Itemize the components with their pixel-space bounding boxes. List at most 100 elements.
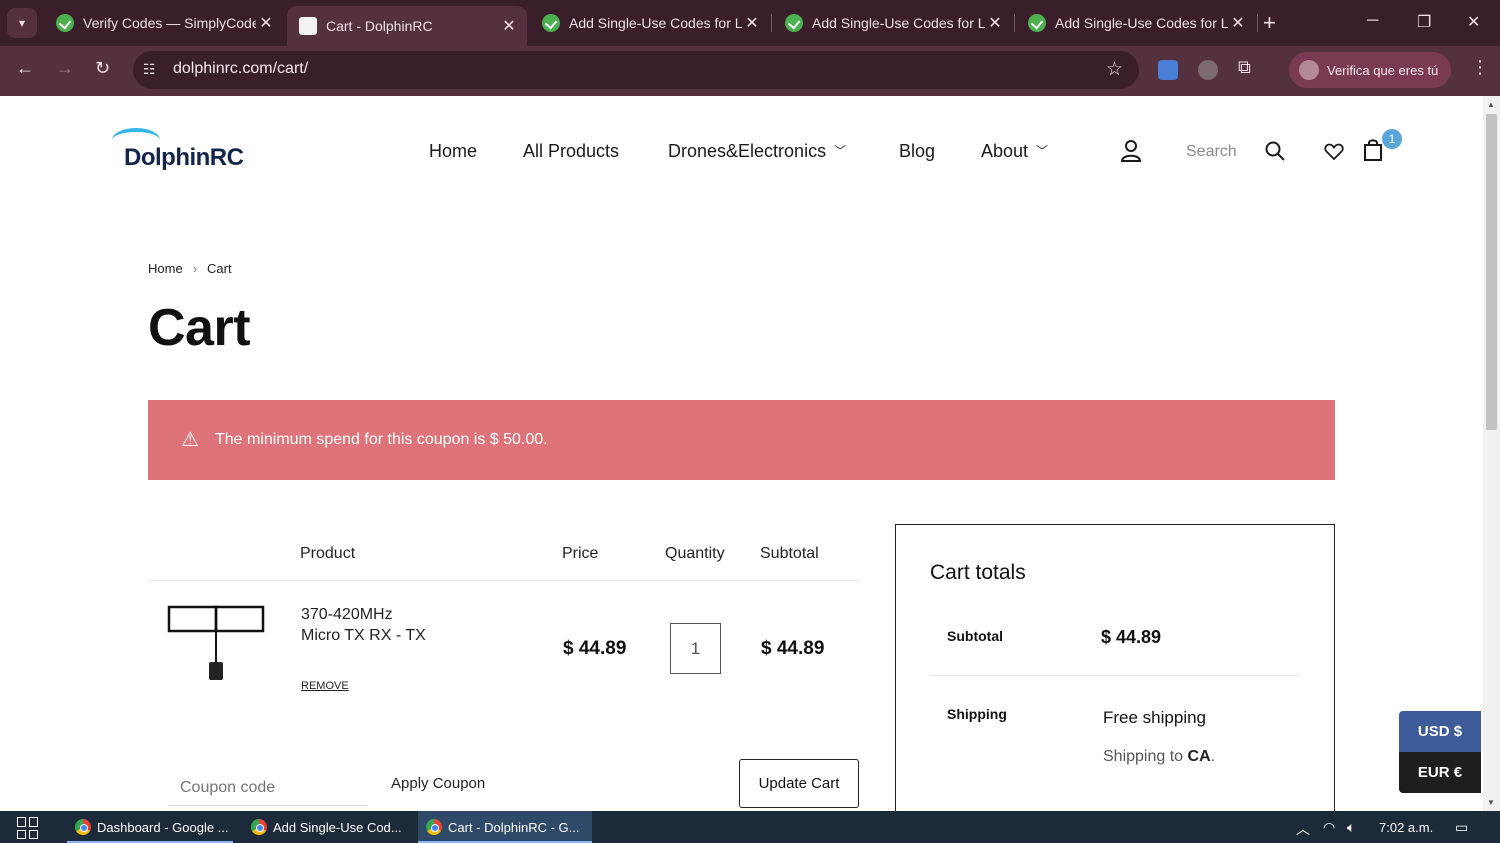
extensions-puzzle-icon[interactable]: ⧉ (1238, 57, 1251, 78)
tab-title: Add Single-Use Codes for Le (569, 15, 742, 31)
scrollbar-thumb[interactable] (1486, 114, 1497, 430)
minimize-icon[interactable]: ─ (1367, 12, 1378, 30)
bookmark-star-icon[interactable]: ☆ (1106, 58, 1123, 81)
subtotal-label: Subtotal (947, 628, 1003, 644)
restore-icon[interactable]: ❐ (1417, 12, 1431, 32)
site-info-icon[interactable]: ☷ (143, 61, 156, 78)
tab-separator (1014, 14, 1015, 32)
warning-triangle-icon: ⚠ (181, 429, 199, 451)
taskbar-item-add-codes[interactable]: Add Single-Use Cod... (243, 811, 409, 843)
tab-cart-dolphinrc[interactable]: Cart - DolphinRC ✕ (287, 6, 527, 46)
more-menu-icon[interactable]: ⋮ (1471, 57, 1489, 78)
chevron-down-icon: ﹀ (834, 144, 847, 158)
extension-icon[interactable] (1198, 60, 1218, 80)
update-cart-button[interactable]: Update Cart (739, 759, 859, 808)
item-subtotal: $ 44.89 (761, 638, 825, 659)
nav-drones-electronics[interactable]: Drones&Electronics ﹀ (668, 141, 846, 162)
column-header-product: Product (300, 545, 356, 562)
chevron-down-icon: ﹀ (1036, 144, 1049, 158)
wifi-icon[interactable]: ◠ (1323, 819, 1335, 836)
close-icon[interactable]: ✕ (256, 13, 276, 33)
tab-verify-codes[interactable]: Verify Codes — SimplyCodes ✕ (44, 6, 284, 40)
tray-chevron-up-icon[interactable]: ︿ (1296, 819, 1310, 839)
breadcrumb-home[interactable]: Home (148, 261, 183, 276)
notice-message: The minimum spend for this coupon is $ 5… (215, 431, 548, 448)
shipping-destination: Shipping to CA. (1103, 748, 1216, 765)
windows-taskbar: Dashboard - Google ... Add Single-Use Co… (0, 811, 1500, 843)
close-icon[interactable]: ✕ (742, 13, 762, 33)
tab-add-codes-3[interactable]: Add Single-Use Codes for Le ✕ (1016, 6, 1256, 40)
task-view-grid-icon[interactable] (17, 817, 39, 839)
column-header-quantity: Quantity (665, 545, 725, 562)
profile-label: Verifica que eres tú (1327, 62, 1439, 78)
tab-separator (771, 14, 772, 32)
item-price: $ 44.89 (563, 638, 627, 659)
nav-all-products[interactable]: All Products (523, 141, 619, 162)
profile-button[interactable]: Verifica que eres tú (1289, 52, 1451, 88)
breadcrumb-current: Cart (207, 261, 232, 276)
cart-bag-icon[interactable] (1362, 138, 1384, 162)
logo-text: DolphinRC (124, 144, 244, 171)
forward-arrow-icon[interactable]: → (56, 58, 74, 79)
tab-separator (1257, 14, 1258, 32)
cart-totals-title: Cart totals (930, 561, 1026, 584)
close-icon[interactable]: ✕ (1228, 13, 1248, 33)
quantity-input[interactable]: 1 (670, 623, 721, 674)
google-translate-icon[interactable] (1158, 60, 1178, 80)
back-arrow-icon[interactable]: ← (16, 58, 34, 79)
window-close-icon[interactable]: ✕ (1467, 12, 1480, 32)
coupon-error-notice: ⚠ The minimum spend for this coupon is $… (148, 400, 1335, 480)
apply-coupon-button[interactable]: Apply Coupon (391, 775, 485, 792)
shipping-method: Free shipping (1103, 708, 1207, 727)
nav-home[interactable]: Home (429, 141, 477, 162)
table-divider (148, 580, 860, 581)
column-header-subtotal: Subtotal (760, 545, 819, 562)
taskbar-item-dashboard[interactable]: Dashboard - Google ... (67, 811, 233, 843)
close-icon[interactable]: ✕ (499, 16, 519, 36)
scroll-down-arrow-icon[interactable]: ▼ (1487, 798, 1495, 807)
coupon-code-input[interactable] (168, 770, 368, 806)
tab-title: Add Single-Use Codes for Le (812, 15, 985, 31)
product-name[interactable]: 370-420MHz Micro TX RX - TX (301, 604, 426, 646)
tab-title: Add Single-Use Codes for Le (1055, 15, 1228, 31)
url-text[interactable]: dolphinrc.com/cart/ (173, 60, 308, 78)
close-icon[interactable]: ✕ (985, 13, 1005, 33)
chrome-icon (426, 819, 442, 835)
scroll-up-arrow-icon[interactable]: ▲ (1487, 100, 1495, 109)
address-bar[interactable]: ☷ dolphinrc.com/cart/ ☆ (133, 51, 1139, 89)
remove-item-link[interactable]: REMOVE (301, 680, 349, 692)
product-thumbnail[interactable] (166, 602, 268, 686)
avatar (1299, 60, 1319, 80)
header-search-label[interactable]: Search (1186, 143, 1237, 161)
tab-search-button[interactable]: ▾ (7, 8, 37, 38)
chevron-right-icon: › (192, 261, 198, 276)
new-tab-plus-icon[interactable]: + (1263, 10, 1276, 36)
cart-totals-panel: Cart totals Subtotal $ 44.89 Shipping Fr… (895, 524, 1335, 824)
simplycodes-check-icon (542, 14, 560, 32)
account-user-icon[interactable] (1120, 139, 1142, 163)
tab-add-codes-1[interactable]: Add Single-Use Codes for Le ✕ (530, 6, 770, 40)
clock[interactable]: 7:02 a.m. (1379, 820, 1433, 835)
reload-icon[interactable]: ↻ (95, 58, 110, 79)
simplycodes-check-icon (785, 14, 803, 32)
column-header-price: Price (562, 545, 599, 562)
browser-toolbar: ← → ↻ ☷ dolphinrc.com/cart/ ☆ ⧉ Verifica… (0, 46, 1500, 96)
page-scrollbar[interactable]: ▲ ▼ (1483, 96, 1500, 811)
currency-usd[interactable]: USD $ (1399, 711, 1481, 752)
tab-add-codes-2[interactable]: Add Single-Use Codes for Le ✕ (773, 6, 1013, 40)
browser-tab-strip: ▾ Verify Codes — SimplyCodes ✕ Cart - Do… (0, 0, 1500, 46)
taskbar-item-cart[interactable]: Cart - DolphinRC - G... (418, 811, 592, 843)
nav-blog[interactable]: Blog (899, 141, 935, 162)
nav-about[interactable]: About ﹀ (981, 141, 1048, 162)
wishlist-heart-icon[interactable] (1324, 143, 1344, 161)
notifications-icon[interactable]: ▭ (1455, 819, 1468, 836)
chrome-icon (75, 819, 91, 835)
currency-eur[interactable]: EUR € (1399, 752, 1481, 793)
chevron-down-icon: ▾ (18, 16, 26, 30)
tab-title: Cart - DolphinRC (326, 18, 433, 34)
search-icon[interactable] (1264, 140, 1286, 162)
volume-muted-icon[interactable]: 🔈︎ (1347, 819, 1355, 836)
site-logo[interactable]: DolphinRC (108, 126, 258, 176)
tab-title: Verify Codes — SimplyCodes (83, 15, 256, 31)
dolphinrc-icon (299, 17, 317, 35)
